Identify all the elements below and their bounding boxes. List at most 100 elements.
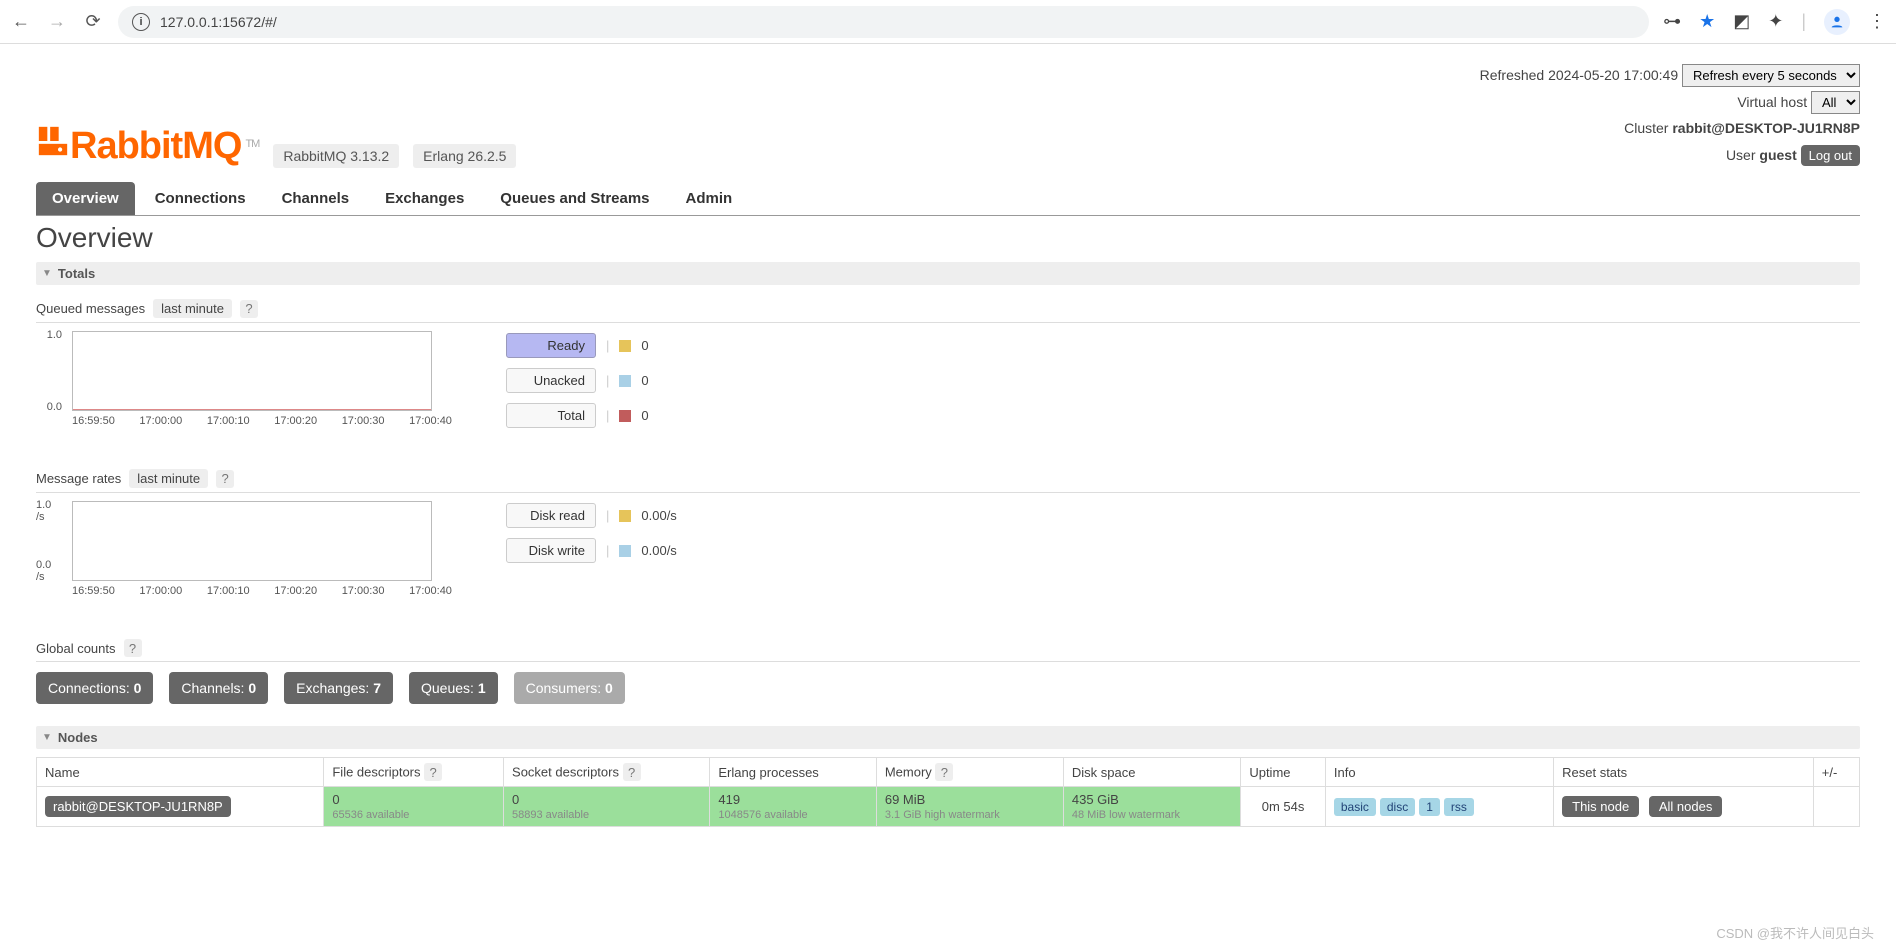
count-exchanges[interactable]: Exchanges: 7 <box>284 672 393 704</box>
th-disk[interactable]: Disk space <box>1063 758 1240 787</box>
extensions-puzzle-icon[interactable]: ✦ <box>1768 11 1783 32</box>
help-icon[interactable]: ? <box>623 763 641 781</box>
header-right: Refreshed 2024-05-20 17:00:49 Refresh ev… <box>1480 62 1860 168</box>
collapse-triangle-icon: ▼ <box>42 268 52 279</box>
th-name[interactable]: Name <box>37 758 324 787</box>
info-badge-1[interactable]: 1 <box>1419 798 1440 816</box>
queued-period-chip[interactable]: last minute <box>153 299 232 318</box>
legend-unacked-button[interactable]: Unacked <box>506 368 596 393</box>
section-totals-header[interactable]: ▼ Totals <box>36 262 1860 285</box>
th-ep[interactable]: Erlang processes <box>710 758 876 787</box>
browser-toolbar: ← → ⟳ i 127.0.0.1:15672/#/ ⊶ ★ ◩ ✦ | ⋮ <box>0 0 1896 44</box>
refresh-interval-select[interactable]: Refresh every 5 seconds <box>1682 64 1860 87</box>
site-info-icon[interactable]: i <box>132 13 150 31</box>
extension-icon[interactable]: ◩ <box>1733 11 1750 32</box>
reset-all-nodes-button[interactable]: All nodes <box>1649 796 1722 817</box>
cluster-label: Cluster <box>1624 120 1668 136</box>
cell-reset: This node All nodes <box>1554 787 1814 827</box>
profile-avatar-icon[interactable] <box>1824 9 1850 35</box>
tab-queues[interactable]: Queues and Streams <box>484 182 665 215</box>
bookmark-star-icon[interactable]: ★ <box>1699 11 1715 32</box>
count-queues[interactable]: Queues: 1 <box>409 672 498 704</box>
node-name-link[interactable]: rabbit@DESKTOP-JU1RN8P <box>45 796 231 817</box>
th-mem[interactable]: Memory ? <box>876 758 1063 787</box>
page-title: Overview <box>36 222 1860 254</box>
legend-unacked-value: 0 <box>641 373 648 388</box>
rates-help-icon[interactable]: ? <box>216 470 234 488</box>
count-connections[interactable]: Connections: 0 <box>36 672 153 704</box>
y-tick-top: 1.0 <box>47 329 62 341</box>
info-badge-basic[interactable]: basic <box>1334 798 1376 816</box>
divider <box>36 661 1860 662</box>
refreshed-timestamp: Refreshed 2024-05-20 17:00:49 <box>1480 67 1678 83</box>
rabbitmq-logo[interactable]: RabbitMQ TM <box>36 124 259 168</box>
th-fd[interactable]: File descriptors ? <box>324 758 504 787</box>
th-uptime[interactable]: Uptime <box>1241 758 1326 787</box>
browser-actions: ⊶ ★ ◩ ✦ | ⋮ <box>1663 9 1886 35</box>
y-tick-top: 1.0 /s <box>36 499 62 523</box>
rates-chart: 1.0 /s 0.0 /s 16:59:50 17:00:00 17:00:10… <box>36 501 466 611</box>
tab-connections[interactable]: Connections <box>139 182 262 215</box>
cell-mem: 69 MiB3.1 GiB high watermark <box>876 787 1063 827</box>
legend-ready: Ready | 0 <box>506 333 649 358</box>
queued-messages-label: Queued messages <box>36 301 145 316</box>
count-consumers[interactable]: Consumers: 0 <box>514 672 625 704</box>
swatch-total-icon <box>619 410 631 422</box>
global-counts-help-icon[interactable]: ? <box>124 639 142 657</box>
legend-disk-read-value: 0.00/s <box>641 508 676 523</box>
rabbitmq-version-badge[interactable]: RabbitMQ 3.13.2 <box>273 144 399 168</box>
legend-total-button[interactable]: Total <box>506 403 596 428</box>
reload-button[interactable]: ⟳ <box>82 11 104 33</box>
swatch-disk-read-icon <box>619 510 631 522</box>
legend-total: Total | 0 <box>506 403 649 428</box>
url-bar[interactable]: i 127.0.0.1:15672/#/ <box>118 6 1649 38</box>
legend-disk-write-button[interactable]: Disk write <box>506 538 596 563</box>
cluster-name: rabbit@DESKTOP-JU1RN8P <box>1672 120 1860 136</box>
url-text: 127.0.0.1:15672/#/ <box>160 14 277 30</box>
tab-channels[interactable]: Channels <box>266 182 366 215</box>
help-icon[interactable]: ? <box>935 763 953 781</box>
info-badge-rss[interactable]: rss <box>1444 798 1474 816</box>
info-badge-disc[interactable]: disc <box>1380 798 1415 816</box>
count-channels[interactable]: Channels: 0 <box>169 672 268 704</box>
browser-menu-icon[interactable]: ⋮ <box>1868 11 1886 32</box>
th-sd[interactable]: Socket descriptors ? <box>504 758 710 787</box>
forward-button[interactable]: → <box>46 11 68 33</box>
logo-text: RabbitMQ <box>70 125 241 168</box>
tab-overview[interactable]: Overview <box>36 182 135 215</box>
x-axis-labels: 16:59:50 17:00:00 17:00:10 17:00:20 17:0… <box>72 415 452 427</box>
th-reset[interactable]: Reset stats <box>1554 758 1814 787</box>
vhost-select[interactable]: All <box>1811 91 1860 114</box>
section-nodes-title: Nodes <box>58 730 98 745</box>
logout-button[interactable]: Log out <box>1801 145 1860 166</box>
th-info[interactable]: Info <box>1325 758 1553 787</box>
queued-legend: Ready | 0 Unacked | 0 Total | 0 <box>506 333 649 441</box>
queued-help-icon[interactable]: ? <box>240 300 258 318</box>
legend-ready-value: 0 <box>641 338 648 353</box>
tab-admin[interactable]: Admin <box>670 182 749 215</box>
legend-disk-read-button[interactable]: Disk read <box>506 503 596 528</box>
queued-chart-block: 1.0 0.0 16:59:50 17:00:00 17:00:10 17:00… <box>36 331 1860 441</box>
legend-ready-button[interactable]: Ready <box>506 333 596 358</box>
cell-plusminus[interactable] <box>1813 787 1859 827</box>
section-nodes-header[interactable]: ▼ Nodes <box>36 726 1860 749</box>
tab-exchanges[interactable]: Exchanges <box>369 182 480 215</box>
help-icon[interactable]: ? <box>424 763 442 781</box>
logo-tm: TM <box>245 138 259 150</box>
vhost-label: Virtual host <box>1737 94 1807 110</box>
password-key-icon[interactable]: ⊶ <box>1663 11 1681 32</box>
cell-disk: 435 GiB48 MiB low watermark <box>1063 787 1240 827</box>
th-plusminus[interactable]: +/- <box>1813 758 1859 787</box>
swatch-disk-write-icon <box>619 545 631 557</box>
rates-period-chip[interactable]: last minute <box>129 469 208 488</box>
global-counts: Connections: 0 Channels: 0 Exchanges: 7 … <box>36 672 1860 704</box>
legend-disk-read: Disk read | 0.00/s <box>506 503 677 528</box>
reset-this-node-button[interactable]: This node <box>1562 796 1639 817</box>
global-counts-label: Global counts <box>36 641 116 656</box>
app-header: RabbitMQ TM RabbitMQ 3.13.2 Erlang 26.2.… <box>36 62 1860 168</box>
divider <box>36 492 1860 493</box>
erlang-version-badge[interactable]: Erlang 26.2.5 <box>413 144 516 168</box>
table-header-row: Name File descriptors ? Socket descripto… <box>37 758 1860 787</box>
swatch-unacked-icon <box>619 375 631 387</box>
back-button[interactable]: ← <box>10 11 32 33</box>
